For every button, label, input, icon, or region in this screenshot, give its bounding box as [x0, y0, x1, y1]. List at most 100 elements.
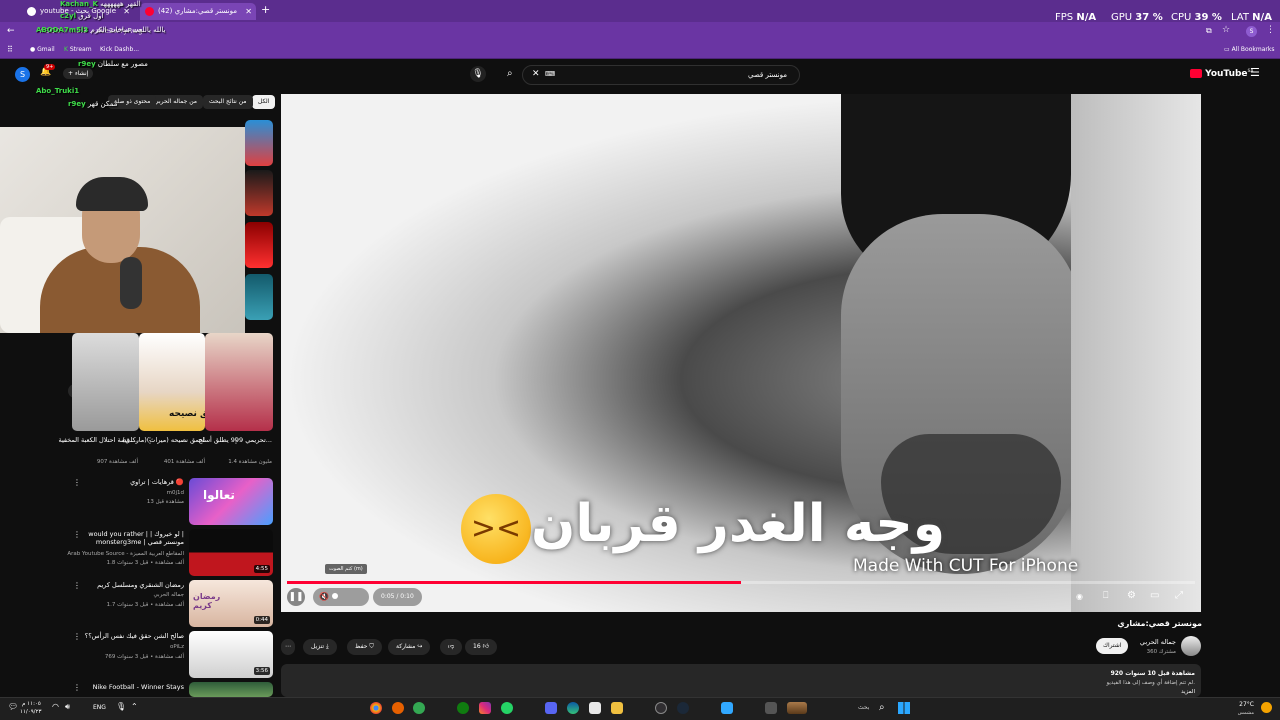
new-tab-button[interactable]: + [261, 3, 270, 16]
short-title[interactable]: قصة احتلال الكعبة المخفية ... [58, 436, 138, 444]
obs-icon[interactable] [655, 702, 667, 714]
clear-search-icon[interactable]: ✕ [532, 69, 540, 79]
file-explorer-icon[interactable] [611, 702, 623, 714]
more-icon[interactable]: ⋮ [73, 581, 81, 590]
star-icon[interactable]: ☆ [1222, 25, 1230, 35]
discord-icon[interactable] [545, 702, 557, 714]
edge-icon[interactable] [567, 702, 579, 714]
rec-thumbnail[interactable] [245, 170, 273, 216]
like-button[interactable]: 16 👍︎ [465, 639, 497, 655]
more-icon[interactable]: ⋮ [73, 632, 81, 641]
mic-icon[interactable]: 🎙︎ [116, 702, 126, 711]
install-icon[interactable]: ⧉ [1206, 26, 1212, 36]
chip-search-results[interactable]: من نتائج البحث [203, 95, 253, 109]
chip-all[interactable]: الكل [252, 95, 276, 109]
rec-thumbnail[interactable] [245, 274, 273, 320]
rec-channel[interactable]: جماله الحربي [153, 592, 184, 598]
rec-title[interactable]: قرهايات | تراوي 🔴 [130, 478, 184, 486]
rec-thumbnail[interactable]: تعالوا [189, 478, 273, 525]
more-icon[interactable]: ⋮ [73, 683, 81, 692]
rec-thumbnail[interactable]: 3:56 [189, 631, 273, 678]
weather-icon[interactable] [1261, 702, 1272, 713]
video-player[interactable]: >< وجه الغدر قربان Made With CUT For iPh… [281, 94, 1201, 612]
browser-tab-youtube[interactable]: (42) مونستر قصي:مشاري ✕ [140, 3, 256, 20]
mic-icon[interactable]: 🎙 [470, 66, 486, 82]
save-button[interactable]: حفظ ⛉ [347, 639, 382, 655]
subtitles-icon[interactable]: ⎕ [1103, 591, 1108, 601]
whatsapp-icon[interactable] [501, 702, 513, 714]
keyboard-icon[interactable]: ⌨ [545, 70, 555, 78]
youtube-logo[interactable]: YouTubeSA [1190, 68, 1254, 79]
menu-icon[interactable]: ⋮ [1266, 25, 1275, 35]
more-icon[interactable]: ⋮ [73, 478, 81, 487]
short-thumbnail[interactable] [72, 333, 139, 431]
short-thumbnail[interactable] [205, 333, 273, 431]
rec-channel[interactable]: Arab Youtube Source - المقاطع العربية ال… [67, 551, 184, 557]
language-indicator[interactable]: ENG [93, 704, 106, 711]
more-icon[interactable]: ⋮ [232, 436, 240, 445]
subscribe-button[interactable]: اشتراك [1096, 638, 1129, 654]
theater-mode-icon[interactable]: ▭ [1150, 590, 1159, 601]
volume-knob[interactable] [331, 593, 338, 599]
more-actions-button[interactable]: ⋯ [281, 639, 295, 655]
rec-thumbnail[interactable] [245, 222, 273, 268]
start-button[interactable] [898, 702, 910, 714]
bookmark-kick[interactable]: Kick Dashb... [100, 46, 139, 53]
search-icon[interactable]: ⌕ [507, 68, 513, 79]
rec-title[interactable]: رمضان الشنقري ومسلسل كريم [97, 581, 184, 589]
notification-icon[interactable]: 💬︎ [8, 702, 18, 711]
autoplay-toggle[interactable]: ◉ [1076, 592, 1083, 601]
fullscreen-icon[interactable]: ⤢ [1175, 590, 1183, 601]
all-bookmarks[interactable]: ▭ All Bookmarks [1224, 46, 1274, 53]
profile-avatar[interactable]: S [1246, 26, 1257, 37]
settings-app-icon[interactable] [765, 702, 777, 714]
rec-thumbnail[interactable] [245, 120, 273, 166]
game-app-icon[interactable] [787, 702, 807, 714]
dislike-button[interactable]: 👎︎ [440, 639, 463, 655]
guide-menu-icon[interactable]: ☰ [1250, 66, 1260, 79]
short-thumbnail[interactable]: حق نصيحه [139, 333, 205, 431]
notepad-icon[interactable] [589, 702, 601, 714]
search-input[interactable]: ⌕ ✕ ⌨ مونستر قصي [507, 65, 800, 85]
bookmark-gmail[interactable]: ● Gmail [30, 46, 55, 53]
wifi-icon[interactable]: ◠ [52, 702, 59, 711]
chrome-alt-icon[interactable] [413, 702, 425, 714]
rec-channel[interactable]: oPiLz [170, 644, 184, 650]
more-icon[interactable]: ⋮ [73, 530, 81, 539]
description-box[interactable]: 920 مشاهدة قبل 10 سنوات لم تتم إضافة أي … [281, 664, 1201, 697]
progress-track[interactable] [287, 581, 1195, 584]
rec-thumbnail[interactable]: رمضان كريم 0:44 [189, 580, 273, 627]
download-button[interactable]: تنزيل ⤓ [303, 639, 337, 655]
settings-icon[interactable]: ⚙ [1127, 590, 1136, 601]
xbox-icon[interactable] [457, 702, 469, 714]
volume-icon[interactable]: 🔊︎ [65, 702, 70, 712]
mute-icon[interactable]: 🔇 [319, 592, 329, 601]
taskbar-search-label[interactable]: بحث [858, 704, 869, 711]
back-icon[interactable]: ← [7, 26, 15, 36]
instagram-icon[interactable] [479, 702, 491, 714]
chrome-icon[interactable] [370, 702, 382, 714]
firefox-icon[interactable] [392, 702, 404, 714]
apps-icon[interactable]: ⠿ [7, 45, 13, 54]
share-button[interactable]: مشاركة ↪ [388, 639, 431, 655]
avatar[interactable]: S [15, 67, 30, 82]
channel-name[interactable]: جماله الحربي [1140, 638, 1176, 646]
rec-title[interactable]: صالح الشن حقق فيك نفس الرأس؟؟ [85, 632, 184, 640]
volume-control[interactable]: 🔇 [313, 588, 369, 606]
photoshop-icon[interactable] [721, 702, 733, 714]
bookmark-stream[interactable]: K Stream [64, 46, 92, 53]
show-hidden-icons[interactable]: ⌃ [131, 702, 138, 711]
search-icon[interactable]: ⌕ [879, 702, 885, 713]
close-icon[interactable]: ✕ [245, 3, 252, 20]
rec-thumbnail[interactable]: 4:55 [189, 529, 273, 576]
rec-title[interactable]: Nike Football - Winner Stays [93, 683, 184, 691]
chip-channel[interactable]: من جماله الحربي [148, 95, 203, 109]
more-icon[interactable]: ⋮ [146, 436, 154, 445]
create-button[interactable]: + إنشاء [63, 68, 94, 79]
channel-avatar[interactable] [1181, 636, 1201, 656]
rec-thumbnail[interactable] [189, 682, 273, 697]
play-pause-button[interactable]: ❚❚ [287, 588, 305, 606]
show-more-link[interactable]: المزيد [1181, 689, 1195, 695]
steam-icon[interactable] [677, 702, 689, 714]
rec-channel[interactable]: m0j1d [167, 490, 184, 496]
